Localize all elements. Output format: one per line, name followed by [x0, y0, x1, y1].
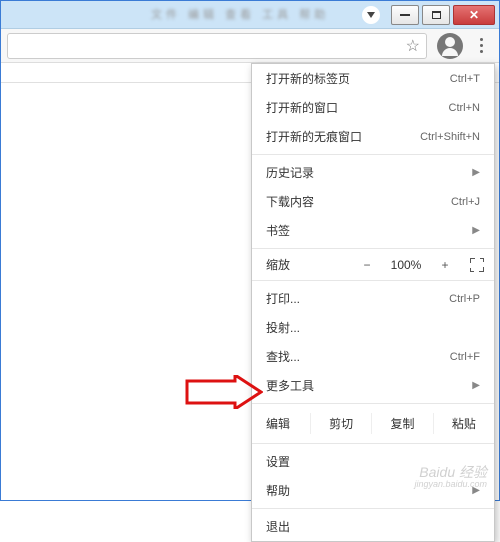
- menu-zoom-row: 缩放 − 100% +: [252, 252, 494, 277]
- menu-more-tools[interactable]: 更多工具▶: [252, 371, 494, 400]
- menu-new-incognito[interactable]: 打开新的无痕窗口Ctrl+Shift+N: [252, 122, 494, 151]
- address-bar[interactable]: ☆: [7, 33, 427, 59]
- dropdown-circle-button[interactable]: [362, 6, 380, 24]
- copy-button[interactable]: 复制: [371, 413, 432, 434]
- parent-window-titlebar: 文件 编辑 查看 工具 帮助 ✕: [1, 1, 499, 29]
- menu-history[interactable]: 历史记录▶: [252, 158, 494, 187]
- zoom-out-button[interactable]: −: [356, 258, 378, 272]
- menu-print[interactable]: 打印...Ctrl+P: [252, 284, 494, 313]
- profile-avatar-icon[interactable]: [437, 33, 463, 59]
- menu-new-window[interactable]: 打开新的窗口Ctrl+N: [252, 93, 494, 122]
- paste-button[interactable]: 粘贴: [433, 413, 494, 434]
- zoom-label: 缩放: [266, 256, 290, 273]
- menu-cast[interactable]: 投射...: [252, 313, 494, 342]
- menu-find[interactable]: 查找...Ctrl+F: [252, 342, 494, 371]
- menu-edit-row: 编辑 剪切 复制 粘贴: [252, 407, 494, 440]
- chevron-right-icon: ▶: [472, 167, 480, 178]
- chevron-right-icon: ▶: [472, 225, 480, 236]
- chevron-right-icon: ▶: [472, 380, 480, 391]
- fullscreen-icon[interactable]: [470, 258, 484, 272]
- maximize-button[interactable]: [422, 5, 450, 25]
- browser-toolbar: ☆: [1, 29, 499, 63]
- zoom-in-button[interactable]: +: [434, 258, 456, 272]
- edit-label: 编辑: [266, 415, 310, 432]
- minimize-button[interactable]: [391, 5, 419, 25]
- menu-bookmarks[interactable]: 书签▶: [252, 216, 494, 245]
- cut-button[interactable]: 剪切: [310, 413, 371, 434]
- menu-exit[interactable]: 退出: [252, 512, 494, 541]
- menu-new-tab[interactable]: 打开新的标签页Ctrl+T: [252, 64, 494, 93]
- annotation-arrow-icon: [185, 375, 263, 409]
- parent-menu-blur: 文件 编辑 查看 工具 帮助: [151, 6, 329, 22]
- zoom-percent: 100%: [386, 258, 426, 272]
- menu-downloads[interactable]: 下载内容Ctrl+J: [252, 187, 494, 216]
- watermark: Baidu 经验 jingyan.baidu.com: [414, 465, 487, 490]
- bookmark-star-icon[interactable]: ☆: [406, 36, 420, 56]
- close-button[interactable]: ✕: [453, 5, 495, 25]
- kebab-menu-button[interactable]: [469, 38, 493, 53]
